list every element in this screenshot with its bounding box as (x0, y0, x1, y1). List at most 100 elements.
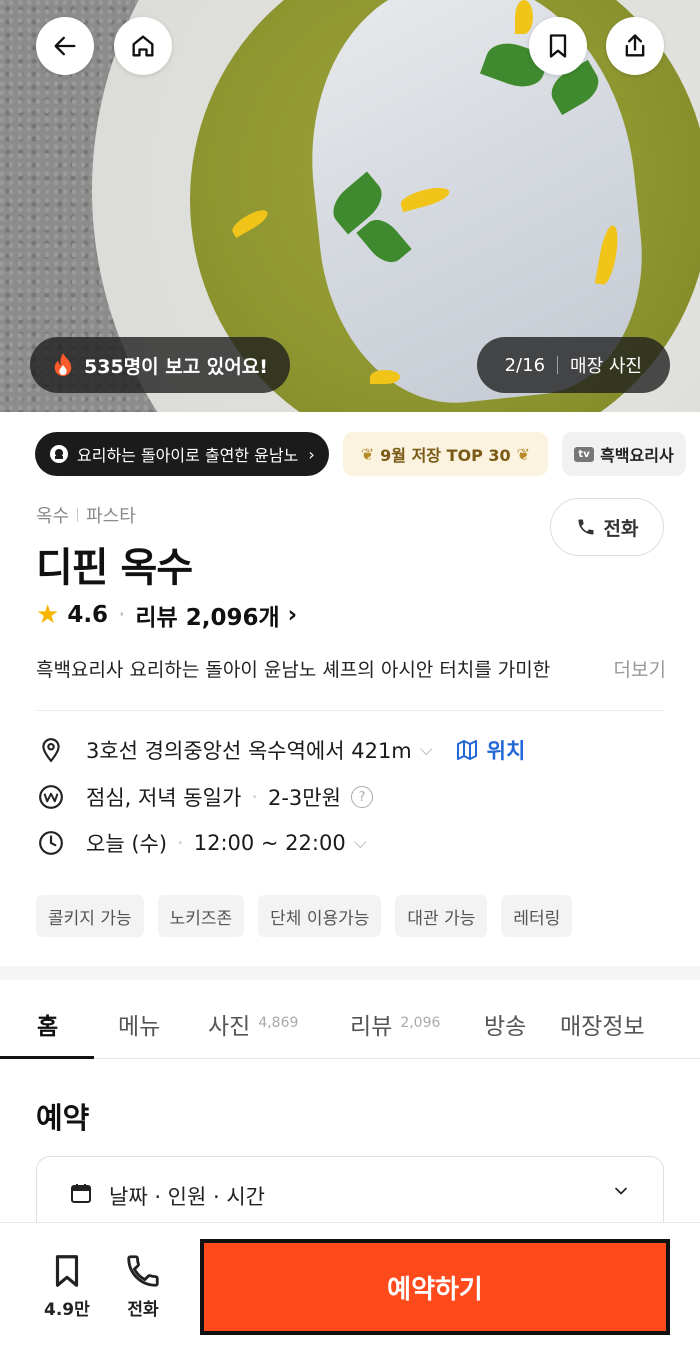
fire-icon (54, 353, 72, 376)
location-text: 3호선 경의중앙선 옥수역에서 421m (86, 739, 412, 763)
tab-count: 4,869 (258, 1015, 299, 1031)
map-icon (456, 740, 477, 760)
viewers-text: 535명이 보고 있어요! (84, 355, 268, 378)
call-label: 전화 (603, 517, 639, 540)
reservation-heading: 예약 (36, 1101, 90, 1135)
tv-story-text: 요리하는 돌아이로 출연한 윤남노 (77, 446, 299, 465)
tab-label: 사진 (208, 1014, 251, 1040)
price-row: 점심, 저녁 동일가 · 2-3만원 ? (36, 782, 373, 812)
tab-store-info[interactable]: 매장정보 (560, 995, 700, 1059)
chevron-down-icon[interactable]: ⌵ (354, 833, 367, 853)
breadcrumb: 옥수 파스타 (36, 502, 136, 528)
arrow-left-icon (54, 36, 76, 56)
description: 흑백요리사 요리하는 돌아이 윤남노 셰프의 아시안 터치를 가미한 더보기 (36, 655, 666, 682)
call-button-bottom[interactable]: 전화 (124, 1251, 162, 1320)
tab-reviews[interactable]: 리뷰 2,096 (326, 995, 468, 1059)
location-link-label: 위치 (486, 739, 526, 763)
share-button[interactable] (606, 17, 664, 75)
area-label: 옥수 (36, 506, 70, 527)
tag-item: 대관 가능 (395, 895, 488, 937)
divider (36, 710, 664, 711)
category-label: 파스타 (86, 506, 136, 527)
divider (77, 508, 79, 522)
dot-separator: · (177, 831, 184, 855)
call-button[interactable]: 전화 (550, 498, 664, 556)
dot-separator: · (251, 785, 258, 809)
photo-index: 2/16 (504, 354, 546, 376)
rating-value: 4.6 (67, 602, 109, 628)
bookmark-icon (549, 34, 567, 58)
tv-icon: tv (574, 446, 595, 462)
tag-item: 콜키지 가능 (36, 895, 144, 937)
more-link[interactable]: 더보기 (614, 655, 666, 682)
tab-count: 2,096 (400, 1015, 441, 1031)
calendar-icon (71, 1184, 91, 1203)
divider (557, 356, 559, 374)
location-link[interactable]: 위치 (455, 735, 526, 765)
bookmark-icon (55, 1255, 78, 1287)
laurel-right-icon: ❦ (516, 444, 531, 464)
chevron-right-icon: › (287, 602, 298, 628)
description-text: 흑백요리사 요리하는 돌아이 윤남노 셰프의 아시안 터치를 가미한 (36, 659, 551, 681)
tab-label: 홈 (37, 1014, 59, 1040)
tab-broadcast[interactable]: 방송 (468, 995, 560, 1059)
call-label: 전화 (127, 1300, 159, 1320)
tab-bar: 홈 메뉴 사진 4,869 리뷰 2,096 방송 매장정보 (0, 995, 700, 1059)
tab-photos[interactable]: 사진 4,869 (184, 995, 326, 1059)
photo-counter[interactable]: 2/16 매장 사진 (476, 337, 670, 393)
rating-row[interactable]: ★ 4.6 · 리뷰 2,096개 › (36, 598, 297, 632)
reservation-placeholder: 날짜 · 인원 · 시간 (109, 1185, 265, 1209)
phone-icon (127, 1255, 159, 1287)
page-title: 디핀 옥수 (36, 545, 193, 591)
show-badge[interactable]: tv 흑백요리사 (562, 432, 686, 476)
bottom-action-bar: 4.9만 전화 예약하기 (0, 1222, 700, 1350)
ranking-badge[interactable]: ❦ 9월 저장 TOP 30 ❦ (342, 432, 549, 476)
price-meal: 점심, 저녁 동일가 (86, 786, 242, 810)
tag-item: 레터링 (501, 895, 573, 937)
petal-garnish (370, 370, 400, 384)
map-pin-icon (36, 735, 66, 765)
badge-row: 요리하는 돌아이로 출연한 윤남노 › ❦ 9월 저장 TOP 30 ❦ tv … (35, 432, 700, 476)
tab-label: 메뉴 (118, 1014, 161, 1040)
section-divider (0, 966, 700, 980)
back-button[interactable] (36, 17, 94, 75)
hero-photo[interactable]: 535명이 보고 있어요! 2/16 매장 사진 (0, 0, 700, 412)
phone-icon (578, 519, 594, 535)
review-count: 리뷰 2,096개 (135, 605, 280, 631)
tab-label: 리뷰 (350, 1014, 393, 1040)
dot-separator: · (118, 602, 126, 628)
laurel-left-icon: ❦ (360, 444, 375, 464)
show-text: 흑백요리사 (600, 446, 674, 465)
tab-menu[interactable]: 메뉴 (94, 995, 184, 1059)
save-button[interactable]: 4.9만 (44, 1251, 90, 1320)
tag-item: 단체 이용가능 (258, 895, 382, 937)
viewers-badge: 535명이 보고 있어요! (30, 337, 290, 393)
clock-icon (36, 828, 66, 858)
hours-day: 오늘 (수) (86, 832, 168, 856)
help-icon[interactable]: ? (350, 786, 373, 808)
share-icon (625, 34, 645, 57)
tab-label: 방송 (484, 1014, 527, 1040)
save-count: 4.9만 (44, 1300, 90, 1320)
price-range: 2-3만원 (267, 786, 341, 810)
bookmark-button[interactable] (529, 17, 587, 75)
chevron-right-icon: › (308, 444, 315, 464)
tag-item: 노키즈존 (157, 895, 245, 937)
photo-label: 매장 사진 (570, 356, 642, 377)
chevron-down-icon (615, 1187, 627, 1195)
won-icon (36, 782, 66, 812)
tab-label: 매장정보 (560, 1014, 645, 1040)
hours-row: 오늘 (수) · 12:00 ~ 22:00 ⌵ (36, 828, 367, 858)
reserve-button[interactable]: 예약하기 (200, 1239, 670, 1335)
feature-tags: 콜키지 가능 노키즈존 단체 이용가능 대관 가능 레터링 (36, 895, 573, 937)
location-row: 3호선 경의중앙선 옥수역에서 421m ⌵ 위치 (36, 735, 525, 765)
home-icon (132, 35, 154, 57)
tab-home[interactable]: 홈 (0, 995, 94, 1059)
ranking-text: 9월 저장 TOP 30 (380, 446, 511, 465)
chevron-down-icon[interactable]: ⌵ (420, 740, 433, 760)
tv-story-badge[interactable]: 요리하는 돌아이로 출연한 윤남노 › (35, 432, 329, 476)
star-icon: ★ (36, 600, 60, 630)
chef-icon (50, 445, 68, 463)
home-button[interactable] (114, 17, 172, 75)
petal-garnish (515, 0, 533, 34)
